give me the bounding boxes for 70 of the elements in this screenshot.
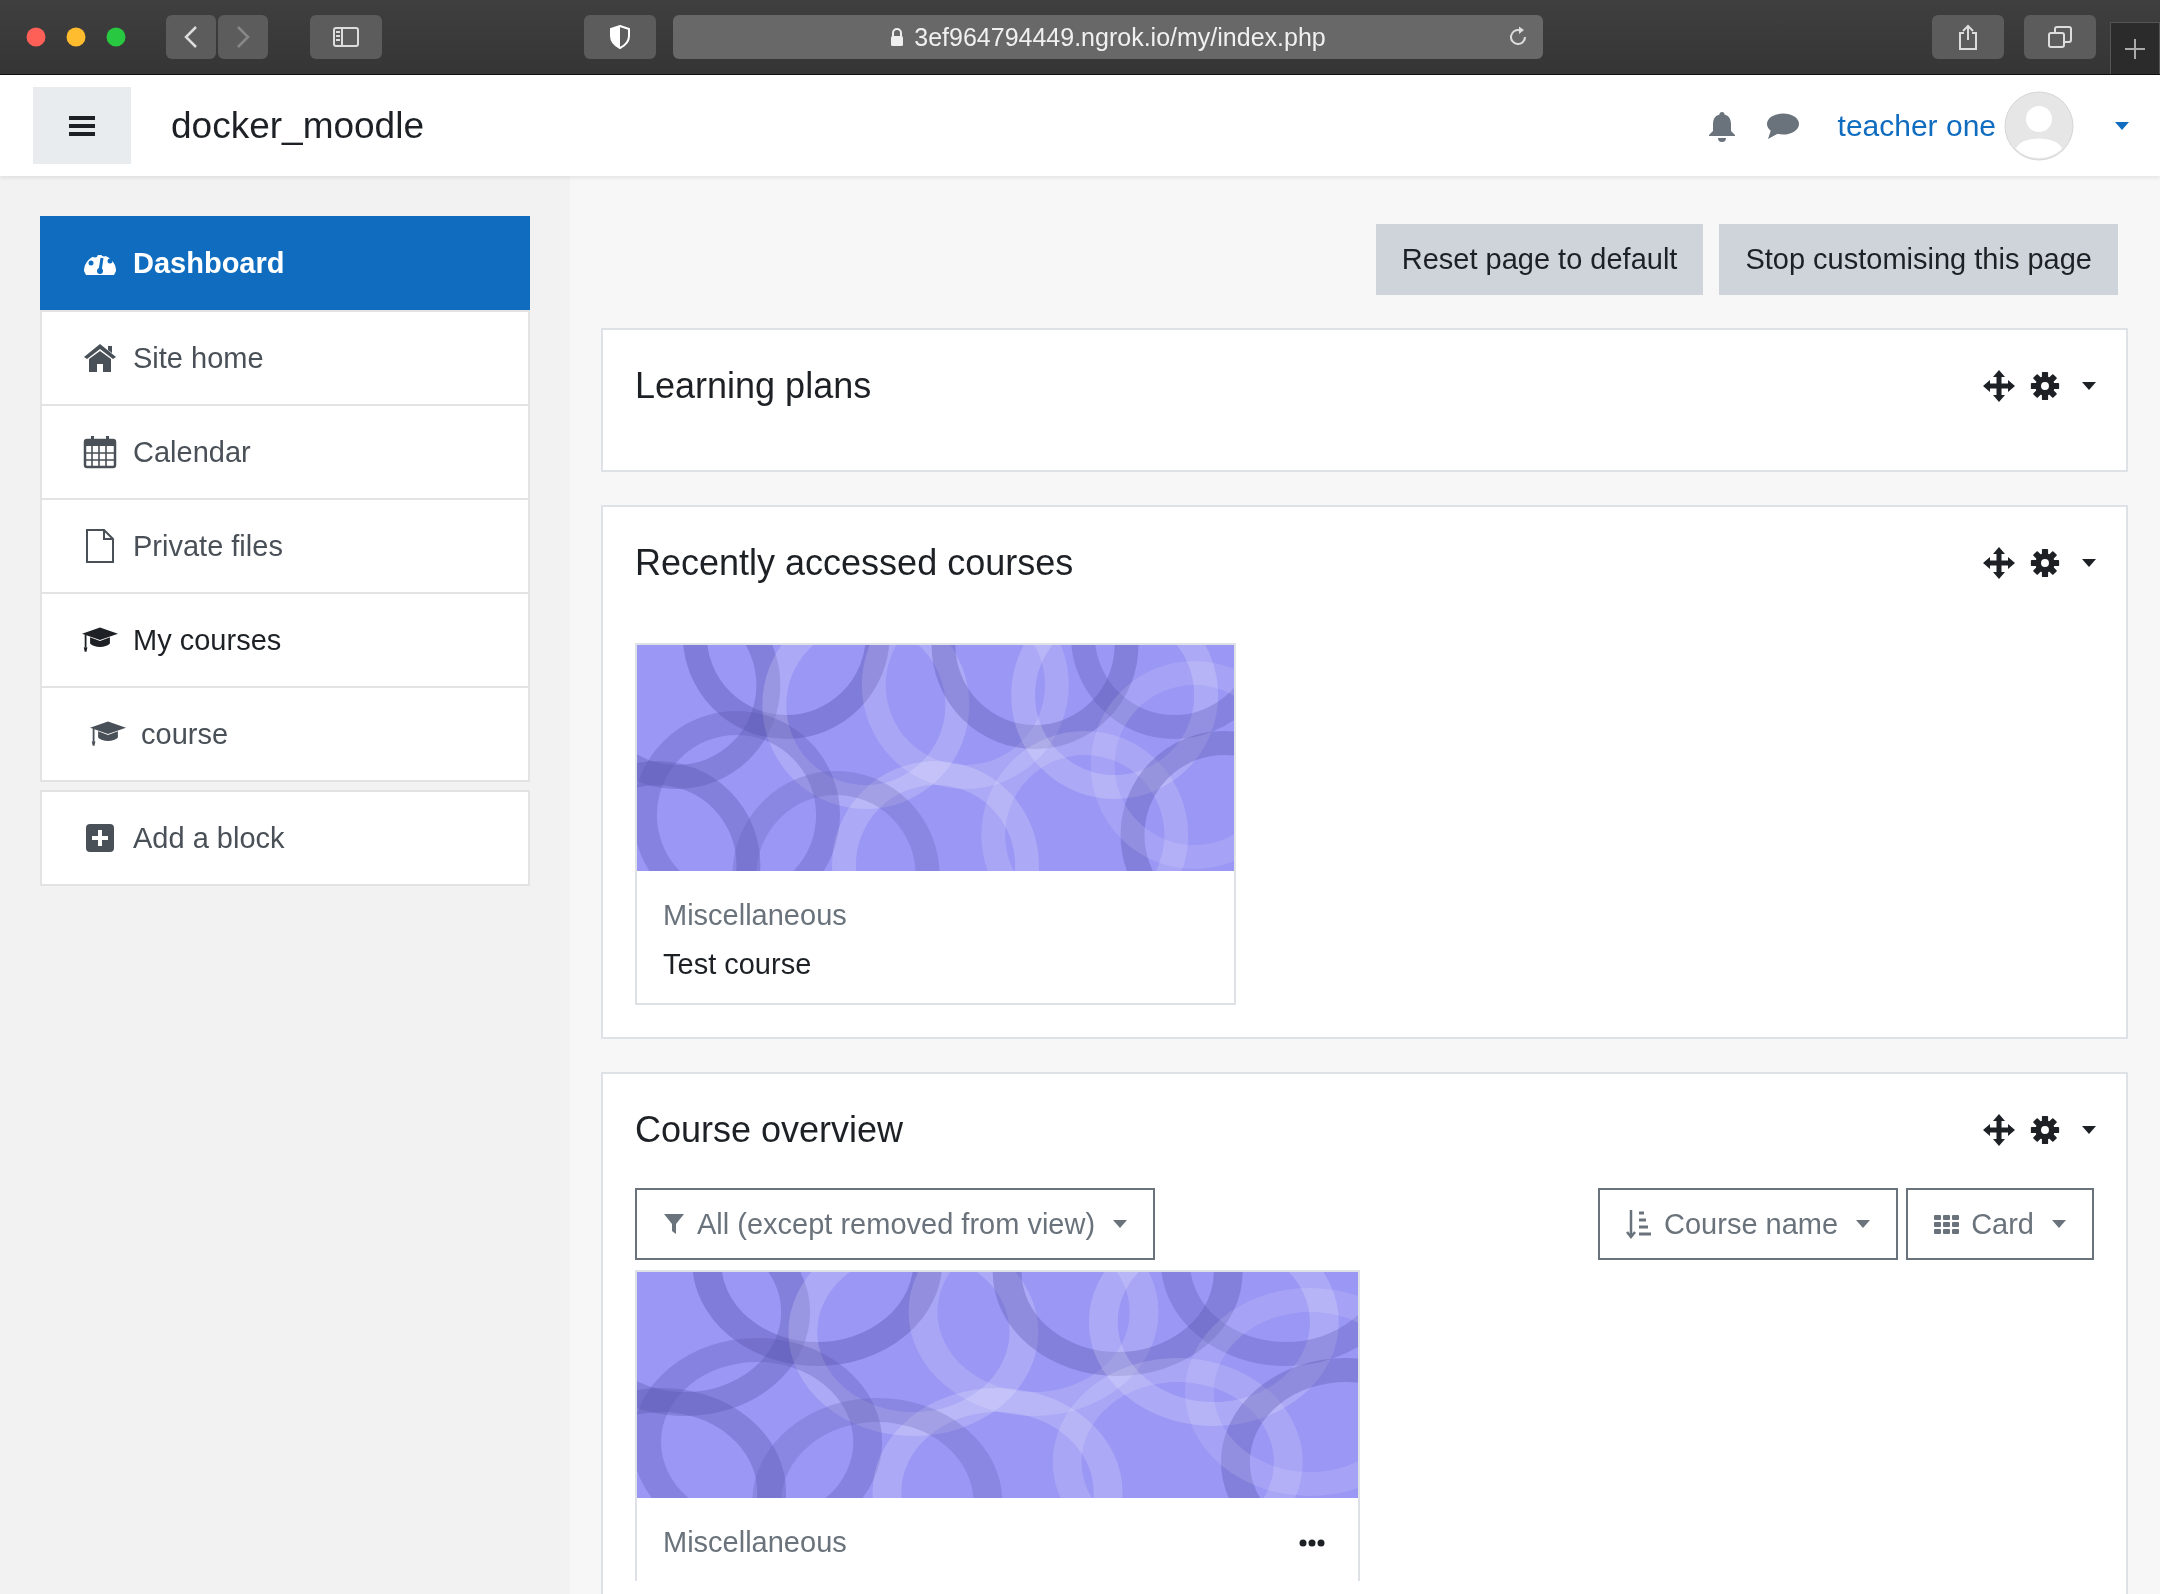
block-actions-menu[interactable] [2030,1115,2096,1145]
user-name-link[interactable]: teacher one [1837,108,1996,143]
block-title: Course overview [635,1109,904,1151]
caret-down-icon [1856,1220,1871,1228]
page-action-button[interactable]: Reset page to default [1375,224,1704,295]
grid-icon [1934,1214,1960,1234]
reload-icon [1507,26,1529,48]
caret-down-icon[interactable] [2114,120,2130,131]
course-category: Miscellaneous [663,1526,847,1559]
tabs-icon [2048,26,2072,48]
chat-bubble-icon[interactable] [1765,111,1800,140]
more-options-icon[interactable] [1299,1538,1325,1547]
site-name-link[interactable]: docker_moodle [171,104,424,147]
settings-icon [2030,548,2060,578]
share-button[interactable] [1932,15,2004,59]
settings-icon [2030,1115,2060,1145]
block-title: Recently accessed courses [635,542,1074,584]
calendar-icon [82,434,118,470]
caret-down-icon [2082,1126,2096,1134]
sidebar-item-label: Private files [133,529,283,563]
add-block-link[interactable]: Add a block [40,790,530,886]
caret-down-icon [2082,559,2096,567]
sidebar-item-label: Dashboard [133,246,285,280]
plus-icon [2124,37,2146,60]
menu-button[interactable] [33,87,131,164]
add-block-label: Add a block [133,821,285,855]
sidebar-item-label: Calendar [133,435,251,469]
zoom-window-icon[interactable] [106,27,126,47]
sort-icon [1626,1209,1653,1239]
move-icon[interactable] [1982,546,2016,580]
view-dropdown[interactable]: Card [1906,1188,2094,1260]
chevron-right-icon [236,25,250,49]
url-text: 3ef964794449.ngrok.io/my/index.php [914,22,1326,52]
menu-icon [68,114,96,137]
sidebar-icon [333,27,359,47]
new-tab-button[interactable] [2110,22,2160,74]
chevron-left-icon [184,25,198,49]
course-card[interactable]: Miscellaneous Test course [635,643,1236,1005]
caret-down-icon [1113,1220,1128,1228]
caret-down-icon [2052,1220,2066,1228]
lock-icon [890,28,905,46]
sidebar-item-label: My courses [133,623,282,657]
sort-dropdown[interactable]: Course name [1598,1188,1899,1260]
page-action-button[interactable]: Stop customising this page [1719,224,2118,295]
sidebar-toggle-button[interactable] [310,15,382,59]
shield-icon [610,25,630,49]
block-actions-menu[interactable] [2030,548,2096,578]
block-actions-menu[interactable] [2030,371,2096,401]
course-name-link[interactable]: Test course [663,948,812,981]
settings-icon [2030,371,2060,401]
filter-icon [663,1213,685,1235]
caret-down-icon [2082,382,2096,390]
close-window-icon[interactable] [26,27,46,47]
share-icon [1958,24,1978,50]
move-icon[interactable] [1982,1113,2016,1147]
sidebar-item-label: Site home [133,341,264,375]
course-category: Miscellaneous [663,899,847,932]
sidebar-item-label: course [141,717,229,751]
tabs-button[interactable] [2024,15,2096,59]
filter-dropdown[interactable]: All (except removed from view) [635,1188,1156,1260]
course-card[interactable]: Miscellaneous [635,1270,1360,1581]
move-icon[interactable] [1982,369,2016,403]
avatar-icon [2004,90,2074,161]
back-button[interactable] [166,15,216,59]
notification-bell-icon[interactable] [1707,109,1736,142]
minimize-window-icon[interactable] [66,27,86,47]
block-title: Learning plans [635,365,872,407]
sidebar-item[interactable]: Dashboard [40,216,530,310]
privacy-button[interactable] [584,15,656,59]
address-bar[interactable]: 3ef964794449.ngrok.io/my/index.php [673,15,1543,59]
